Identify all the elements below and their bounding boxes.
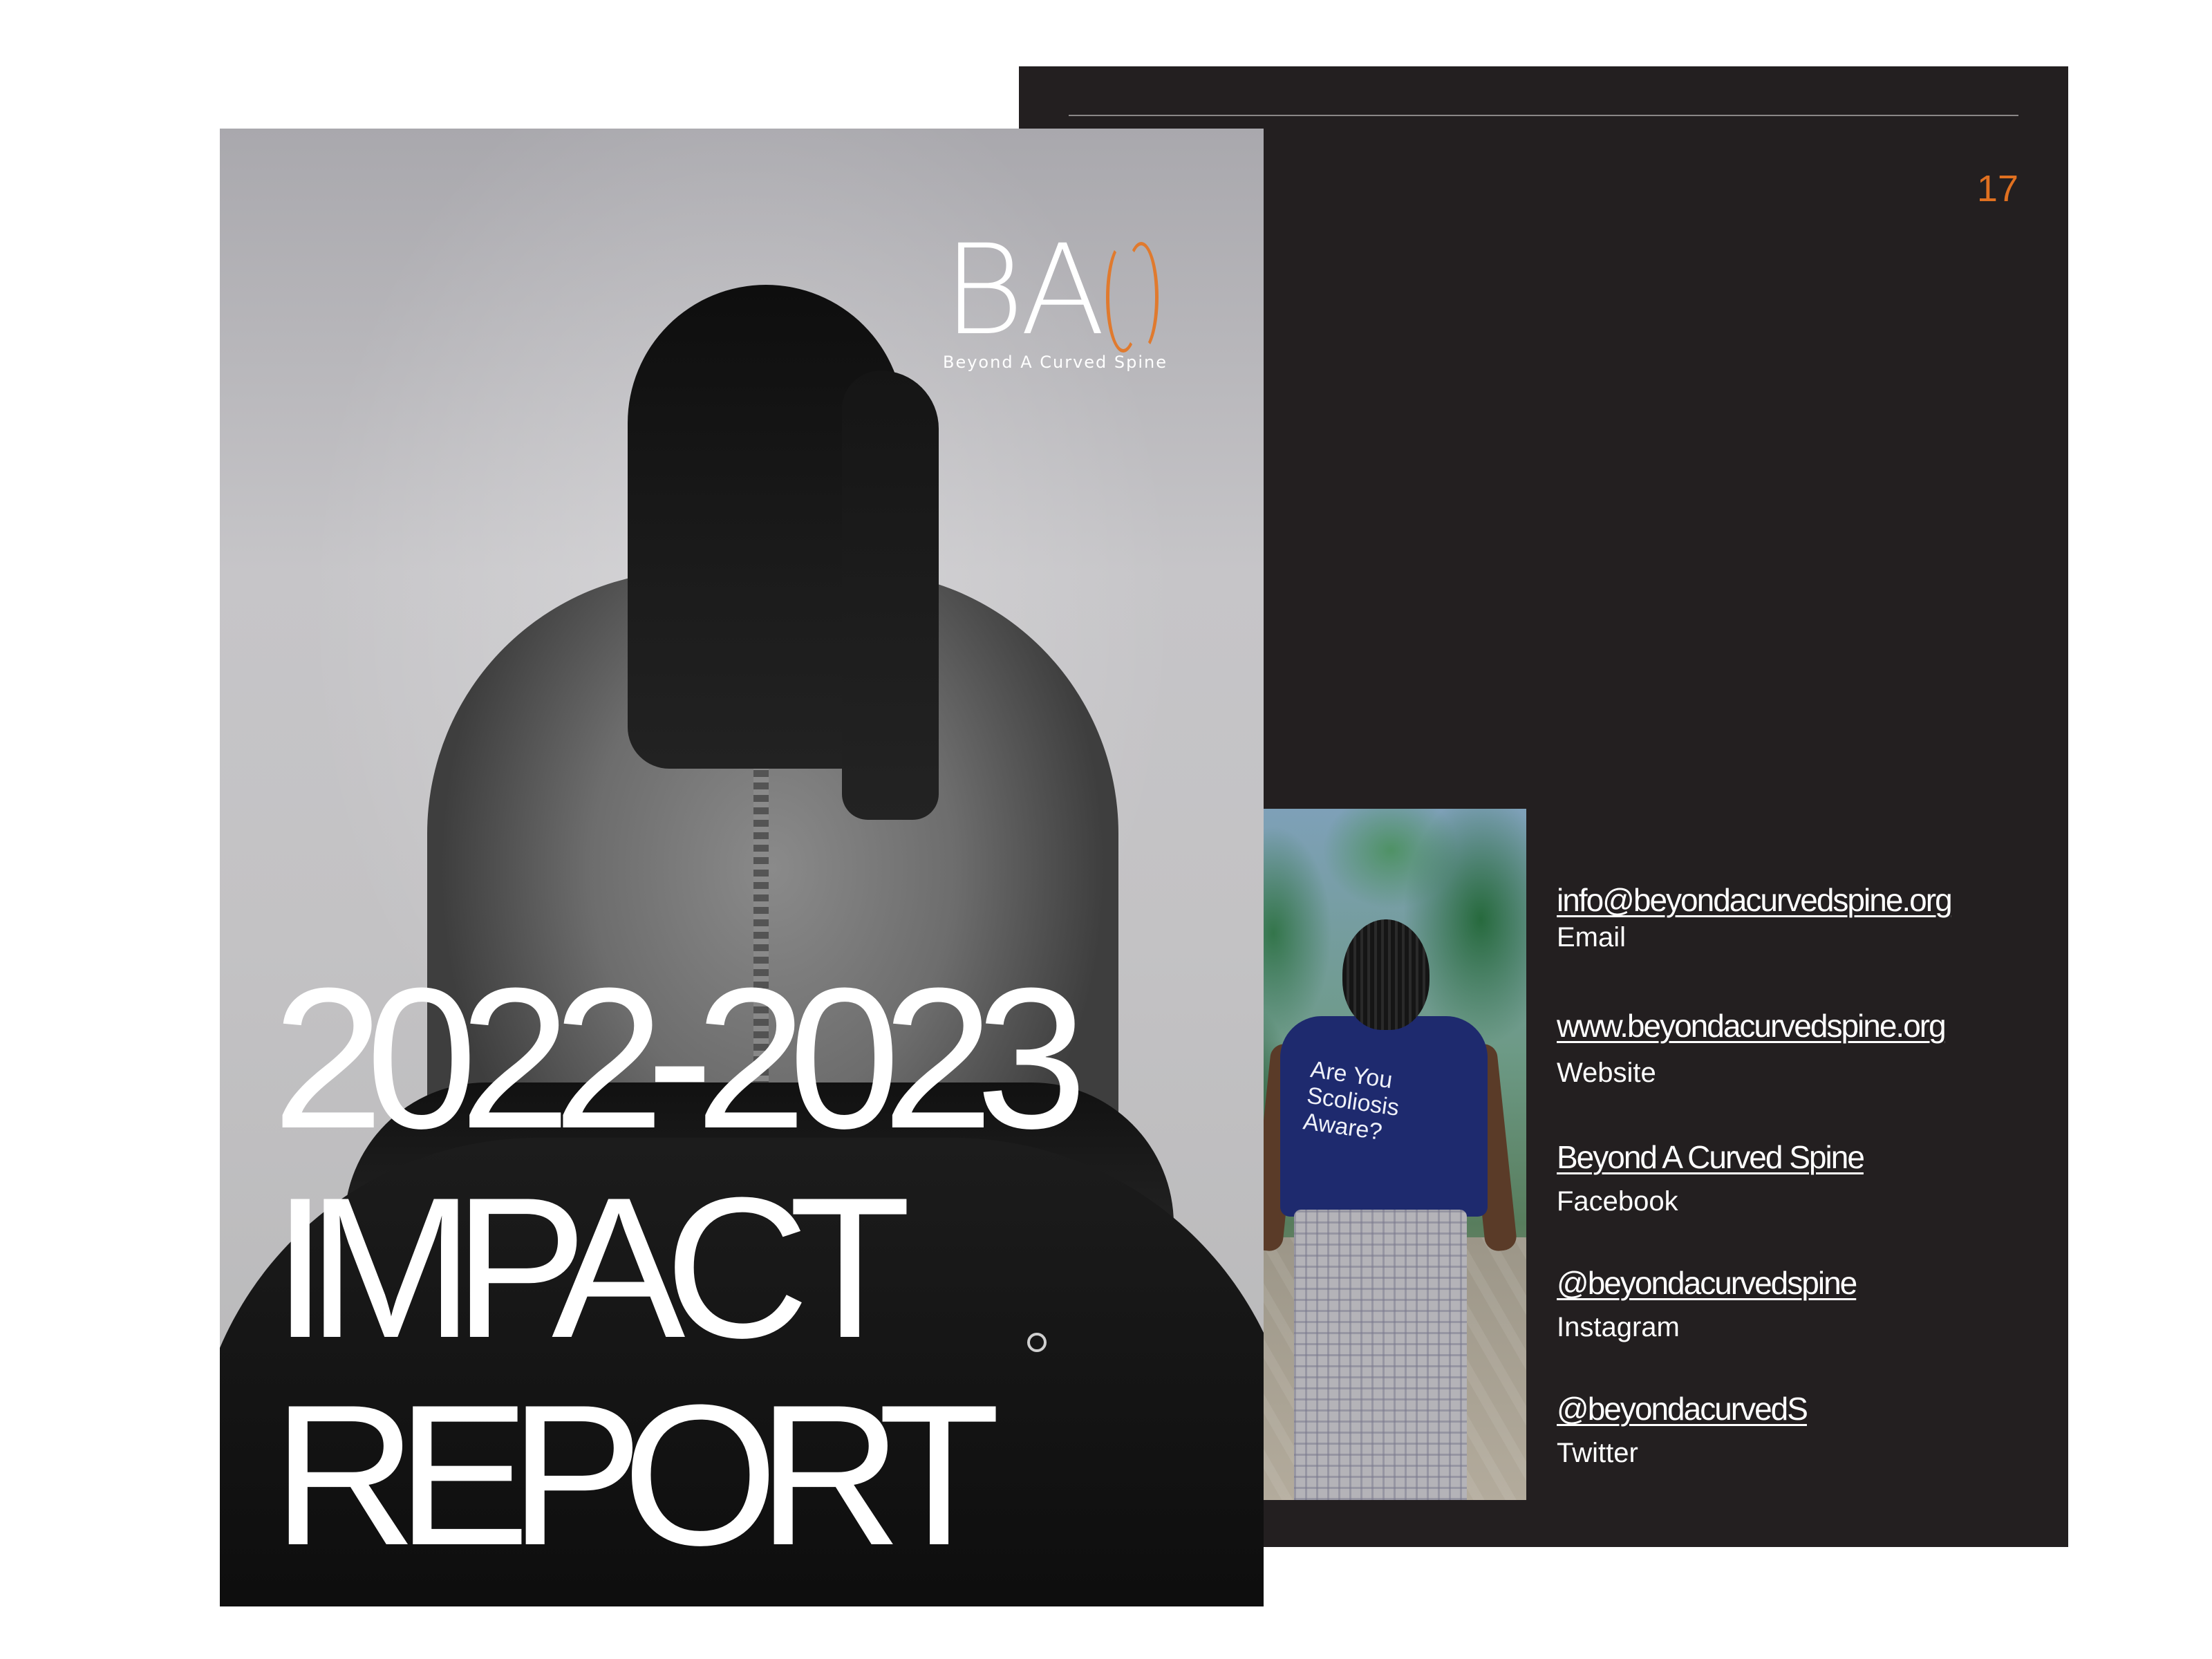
cover-title-years: 2022-2023 <box>272 946 1087 1170</box>
contact-email: info@beyondacurvedspine.org Email <box>1557 881 2041 955</box>
logo-mark: BA <box>943 218 1178 363</box>
email-link[interactable]: info@beyondacurvedspine.org <box>1557 881 2041 919</box>
cover-figure-hair-strand <box>842 371 939 820</box>
contact-photo: Are You Scoliosis Aware? <box>1218 809 1526 1500</box>
photo-pants <box>1294 1210 1467 1500</box>
contact-facebook: Beyond A Curved Spine Facebook <box>1557 1138 2041 1219</box>
contact-website: www.beyondacurvedspine.org Website <box>1557 1006 2041 1091</box>
website-label: Website <box>1557 1058 1656 1088</box>
instagram-link[interactable]: @beyondacurvedspine <box>1557 1264 2041 1302</box>
logo-curve-icon-2 <box>1124 242 1159 353</box>
email-label: Email <box>1557 922 1627 953</box>
contact-instagram: @beyondacurvedspine Instagram <box>1557 1264 2041 1345</box>
report-cover: BA Beyond A Curved Spine 2022-2023 IMPAC… <box>220 129 1264 1606</box>
website-link[interactable]: www.beyondacurvedspine.org <box>1557 1006 2041 1045</box>
logo-letters: BA <box>943 218 1105 363</box>
page-number: 17 <box>1976 168 2018 209</box>
document-spread: ct 17 Are You Scoliosis Aware? info@beyo… <box>0 0 2212 1659</box>
bacs-logo: BA Beyond A Curved Spine <box>943 218 1178 373</box>
cover-title-line2: REPORT <box>272 1363 1000 1587</box>
facebook-link[interactable]: Beyond A Curved Spine <box>1557 1138 2041 1177</box>
twitter-label: Twitter <box>1557 1438 1638 1468</box>
facebook-label: Facebook <box>1557 1186 1678 1217</box>
instagram-label: Instagram <box>1557 1312 1680 1342</box>
top-rule <box>1069 115 2018 116</box>
cover-title: 2022-2023 IMPACT REPORT <box>272 946 1254 1587</box>
cover-title-line1: IMPACT <box>272 1156 911 1380</box>
photo-head <box>1342 919 1430 1030</box>
contact-twitter: @beyondacurvedS Twitter <box>1557 1389 2041 1471</box>
twitter-link[interactable]: @beyondacurvedS <box>1557 1389 2041 1428</box>
